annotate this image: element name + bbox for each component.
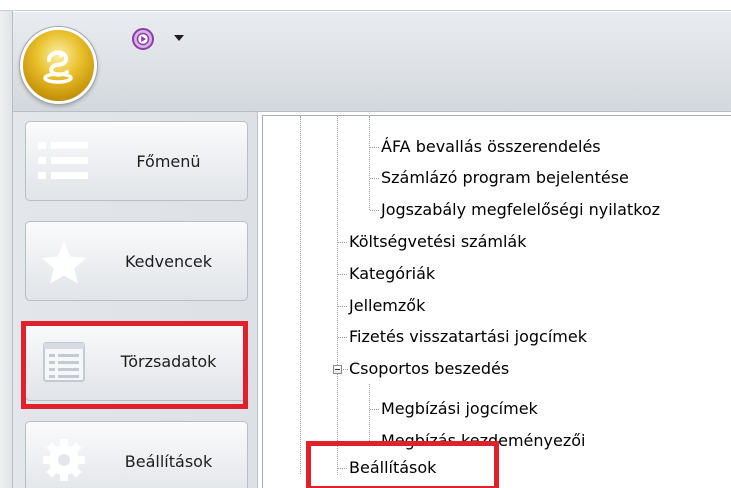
tree-connector	[338, 337, 347, 338]
tree-connector	[338, 242, 347, 243]
nav-button-label: Törzsadatok	[120, 351, 217, 371]
tree-item-kategoriak[interactable]: Kategóriák	[349, 263, 435, 285]
tree-connector	[370, 409, 379, 410]
tree-item-jellemzok[interactable]: Jellemzők	[349, 295, 425, 317]
window-top-edge	[0, 0, 731, 11]
quick-access-play-icon[interactable]	[131, 27, 155, 51]
tree-connector	[370, 441, 379, 442]
tree-item-afa-bevallas[interactable]: ÁFA bevallás összerendelés	[381, 136, 601, 158]
application-menu-button[interactable]	[20, 27, 97, 104]
gear-icon	[43, 439, 85, 481]
quick-access-dropdown-arrow-icon[interactable]	[172, 33, 186, 43]
tree-connector	[370, 147, 379, 148]
tree-item-megbizas-kezdemenyezoi[interactable]: Megbízás kezdeményezői	[381, 430, 585, 452]
nav-button-label: Főmenü	[136, 151, 201, 171]
star-icon	[42, 242, 86, 284]
nav-button-kedvencek[interactable]: Kedvencek	[25, 221, 248, 301]
tree-guide-line	[369, 384, 370, 441]
tree-item-jogszabaly[interactable]: Jogszabály megfelelőségi nyilatkoz	[381, 199, 660, 221]
tree-connector	[338, 468, 347, 469]
nav-button-beallitasok[interactable]: Beállítások	[25, 421, 248, 488]
tree-item-fizetes-visszatartasi[interactable]: Fizetés visszatartási jogcímek	[349, 326, 587, 348]
tree-item-beallitasok[interactable]: Beállítások	[349, 457, 436, 479]
tree-collapse-toggle[interactable]	[333, 365, 342, 374]
nav-button-fomenu[interactable]: Főmenü	[25, 121, 248, 201]
tree-connector	[370, 210, 379, 211]
nav-button-torzsadatok[interactable]: Törzsadatok	[25, 321, 248, 401]
tree-guide-line	[337, 116, 338, 475]
nav-button-label: Kedvencek	[124, 251, 213, 271]
tree-item-megbizasi-jogcimek[interactable]: Megbízási jogcímek	[381, 398, 538, 420]
list-icon	[38, 142, 88, 179]
application-window: Főmenü Kedvencek Törzsadatok Beállítások…	[0, 0, 731, 488]
tree-guide-line	[369, 116, 370, 210]
nav-button-label: Beállítások	[124, 451, 213, 471]
tree-item-csoportos-beszedes[interactable]: Csoportos beszedés	[349, 358, 509, 380]
tree-connector	[343, 369, 348, 370]
tree-item-szamlazo-program[interactable]: Számlázó program bejelentése	[381, 167, 629, 189]
tree-connector	[338, 274, 347, 275]
cobra-logo-icon	[43, 50, 73, 84]
tree-connector	[370, 178, 379, 179]
form-icon	[43, 342, 85, 382]
window-left-edge	[0, 11, 13, 488]
ribbon-bar	[13, 12, 731, 112]
tree-connector	[338, 306, 347, 307]
tree-item-koltsegvetesi-szamlak[interactable]: Költségvetési számlák	[349, 231, 526, 253]
tree-panel[interactable]: ÁFA bevallás összerendelés Számlázó prog…	[262, 115, 731, 488]
tree-guide-line	[300, 116, 301, 474]
